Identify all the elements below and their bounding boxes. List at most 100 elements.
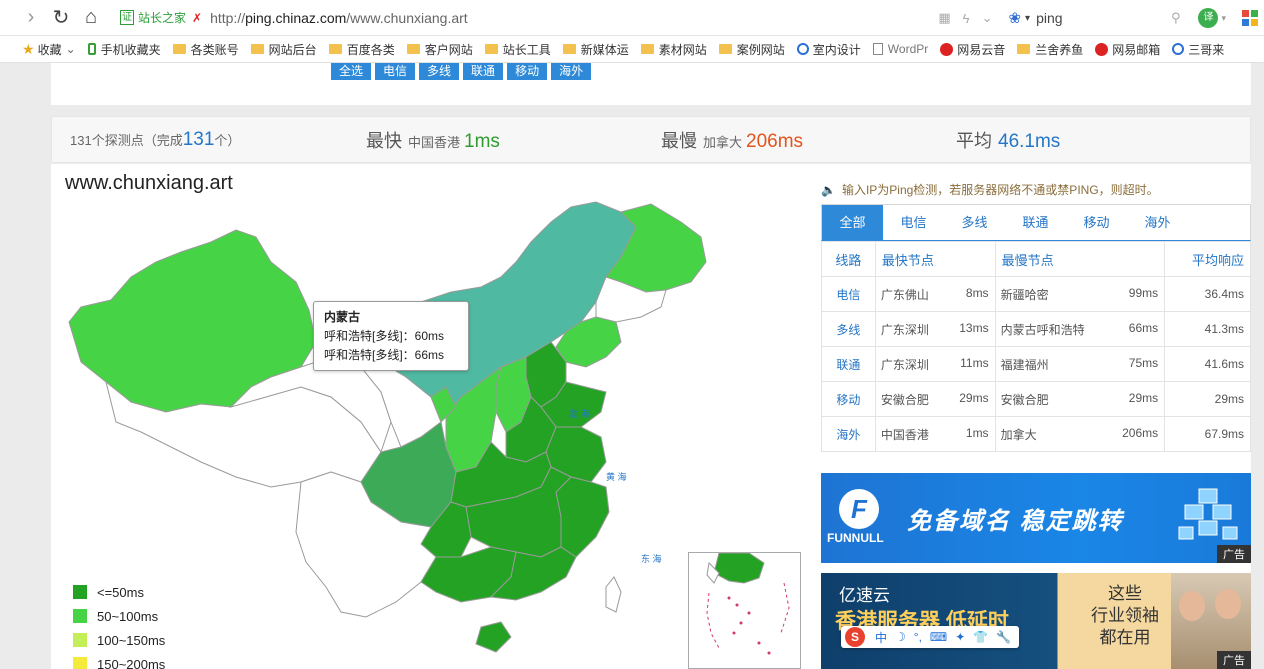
- ad1-brand: FUNNULL: [827, 531, 884, 545]
- bookmark-label: 百度各类: [346, 42, 395, 57]
- ime-punctuation-icon[interactable]: °,: [914, 630, 922, 644]
- folder-icon: [484, 44, 498, 54]
- ime-keyboard-icon[interactable]: ⌨: [930, 630, 947, 644]
- search-input[interactable]: ping: [1036, 10, 1062, 26]
- search-icon[interactable]: ⚲: [1171, 10, 1181, 26]
- row-line[interactable]: 移动: [821, 381, 876, 417]
- tab-3[interactable]: 联通: [1005, 205, 1066, 241]
- ad-funnull[interactable]: F FUNNULL 免备域名 稳定跳转 广告: [821, 473, 1251, 563]
- bookmark-item[interactable]: 百度各类: [328, 41, 395, 58]
- nodes-suffix: 个）: [214, 133, 241, 148]
- doc-icon: [872, 43, 883, 55]
- bookmark-item[interactable]: ★ 收藏 ⌄: [22, 41, 76, 58]
- filter-button[interactable]: 联通: [463, 63, 504, 80]
- bookmark-item[interactable]: 站长工具: [484, 41, 551, 58]
- row-line[interactable]: 联通: [821, 346, 876, 382]
- ime-moon-icon[interactable]: ☽: [895, 630, 906, 644]
- ime-chinese-mode-icon[interactable]: 中: [875, 629, 887, 646]
- map-tooltip: 内蒙古 呼和浩特[多线]：60ms 呼和浩特[多线]：66ms: [313, 301, 469, 371]
- bookmark-item[interactable]: 案例网站: [718, 41, 785, 58]
- filter-button[interactable]: 移动: [507, 63, 548, 80]
- main-content: www.chunxiang.art 渤 海 黄 海 东 海 内蒙古 呼和浩特[多…: [51, 164, 1251, 669]
- ime-shirt-icon[interactable]: 👕: [973, 630, 988, 644]
- legend-item[interactable]: <=50ms: [73, 580, 165, 604]
- ime-skin-icon[interactable]: ✦: [955, 630, 965, 644]
- bookmark-item[interactable]: 素材网站: [640, 41, 707, 58]
- url-field[interactable]: http://ping.chinaz.com/www.chunxiang.art: [210, 10, 468, 26]
- tab-5[interactable]: 海外: [1127, 205, 1188, 241]
- apps-grid-icon[interactable]: [1242, 10, 1258, 26]
- ime-tools-icon[interactable]: 🔧: [996, 630, 1011, 644]
- tab-0[interactable]: 全部: [822, 205, 883, 241]
- home-icon[interactable]: ⌂: [76, 3, 106, 33]
- bookmark-label: 网易邮箱: [1112, 42, 1161, 57]
- qr-code-icon[interactable]: ▦: [938, 10, 950, 26]
- bookmark-item[interactable]: WordPr: [872, 42, 929, 56]
- forward-icon[interactable]: ›: [16, 3, 46, 33]
- tab-4[interactable]: 移动: [1066, 205, 1127, 241]
- ime-toolbar[interactable]: S 中 ☽ °, ⌨ ✦ 👕 🔧: [841, 626, 1020, 648]
- bookmark-item[interactable]: 新媒体运: [562, 41, 629, 58]
- translate-icon[interactable]: 译: [1198, 8, 1219, 28]
- bookmark-item[interactable]: 网易云音: [940, 41, 1005, 58]
- search-engine-dropdown-icon[interactable]: ▾: [1025, 13, 1030, 24]
- site-badge[interactable]: 证 站长之家 ✗: [120, 9, 202, 26]
- bookmark-label: 站长工具: [502, 42, 551, 57]
- bookmark-item[interactable]: 客户网站: [406, 41, 473, 58]
- filter-button[interactable]: 多线: [419, 63, 460, 80]
- browser-address-bar: › ↻ ⌂ 证 站长之家 ✗ http://ping.chinaz.com/ww…: [0, 0, 1264, 36]
- bookmark-item[interactable]: 室内设计: [796, 41, 861, 58]
- shield-icon: [1172, 43, 1185, 55]
- row-line[interactable]: 海外: [821, 416, 876, 452]
- person-face: [1215, 589, 1241, 619]
- row-fastest-node: 广东深圳: [880, 357, 929, 372]
- tab-2[interactable]: 多线: [944, 205, 1005, 241]
- site-badge-label: 站长之家: [138, 11, 187, 25]
- stat-slowest: 最慢 加拿大 206ms: [661, 127, 803, 153]
- row-fastest-ms: 13ms: [959, 320, 989, 335]
- bookmark-item[interactable]: 网易邮箱: [1095, 41, 1160, 58]
- legend-item[interactable]: 100~150ms: [73, 628, 165, 652]
- bookmark-label: WordPr: [887, 42, 929, 56]
- legend-item[interactable]: 50~100ms: [73, 604, 165, 628]
- tab-1[interactable]: 电信: [883, 205, 944, 241]
- bookmark-item[interactable]: 三哥来: [1172, 41, 1224, 58]
- sogou-ime-icon[interactable]: S: [845, 627, 865, 647]
- row-fastest-ms: 1ms: [965, 425, 989, 440]
- legend-swatch: [73, 657, 87, 669]
- folder-icon: [640, 44, 654, 54]
- bookmark-label: 三哥来: [1188, 42, 1225, 57]
- row-line[interactable]: 电信: [821, 276, 876, 312]
- sea-label-east: 东 海: [641, 553, 662, 564]
- row-average: 36.4ms: [1164, 276, 1251, 312]
- row-fastest-node: 广东深圳: [880, 322, 929, 337]
- filter-button[interactable]: 全选: [331, 63, 372, 80]
- url-prefix: http://: [210, 9, 246, 26]
- filter-button[interactable]: 海外: [551, 63, 592, 80]
- translate-dropdown-icon[interactable]: ▾: [1221, 13, 1226, 24]
- folder-icon: [250, 44, 264, 54]
- search-box[interactable]: ❀ ▾ ping ⚲: [1008, 9, 1198, 27]
- header-average: 平均响应: [1164, 241, 1251, 277]
- bookmark-item[interactable]: 网站后台: [250, 41, 317, 58]
- bookmark-item[interactable]: 各类账号: [172, 41, 239, 58]
- average-value: 46.1ms: [998, 131, 1061, 152]
- bookmark-item[interactable]: 手机收藏夹: [87, 41, 161, 58]
- legend-item[interactable]: 150~200ms: [73, 652, 165, 669]
- row-line[interactable]: 多线: [821, 311, 876, 347]
- map-region-hainan: [475, 621, 512, 653]
- ad2-brand: 亿速云: [839, 586, 890, 605]
- bookmark-item[interactable]: 兰舍养鱼: [1017, 41, 1083, 58]
- ad-yisu-cloud[interactable]: 亿速云 香港服务器 低延时 这些 行业领袖 都在用 S 中 ☽ °, ⌨ ✦ 👕…: [821, 573, 1251, 669]
- bookmark-label: 收藏: [37, 42, 62, 57]
- filter-button[interactable]: 电信: [375, 63, 416, 80]
- folder-icon: [328, 44, 342, 54]
- lightning-icon[interactable]: ϟ: [963, 11, 970, 26]
- row-fastest-node: 广东佛山: [880, 287, 929, 302]
- fastest-location: 中国香港: [408, 135, 461, 150]
- reload-icon[interactable]: ↻: [46, 3, 76, 33]
- chevron-down-icon[interactable]: ⌄: [982, 10, 993, 26]
- blocked-script-icon[interactable]: ✗: [192, 11, 202, 25]
- filter-panel: 全选 电信 多线 联通 移动 海外: [51, 63, 1251, 105]
- sea-label-yellow: 黄 海: [606, 471, 627, 482]
